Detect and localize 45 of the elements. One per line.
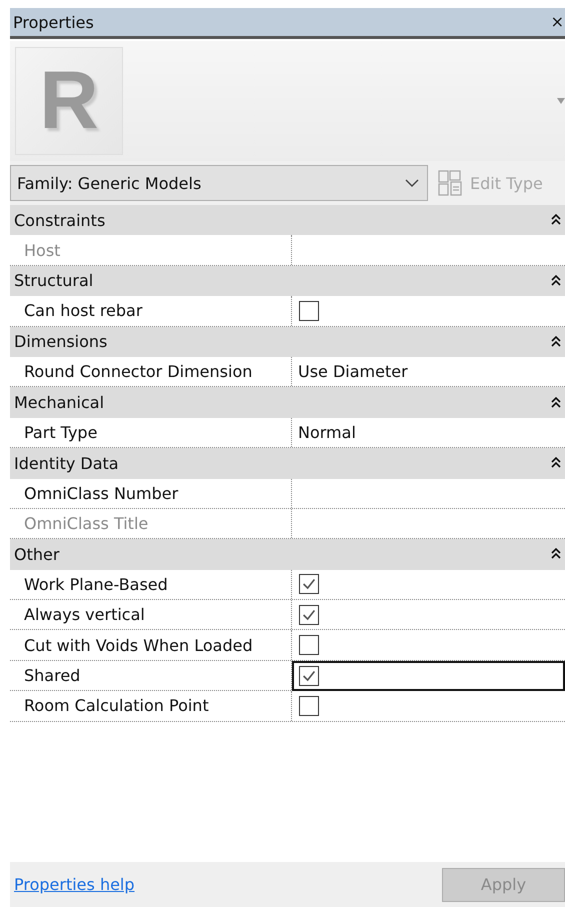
chevron-down-icon [405,179,419,187]
property-label: Always vertical [24,605,145,624]
property-label: Round Connector Dimension [24,362,252,382]
section-header[interactable]: Constraints [10,205,565,236]
window-title: Properties [13,12,94,32]
collapse-icon[interactable] [551,396,561,409]
property-label: Room Calculation Point [24,696,209,716]
section-title: Constraints [14,210,106,230]
checkbox[interactable] [299,635,319,656]
checkbox[interactable] [299,300,319,321]
collapse-icon[interactable] [551,274,561,287]
section-header[interactable]: Mechanical [10,387,565,418]
checkbox[interactable] [299,666,319,686]
section-title: Identity Data [14,454,119,473]
section-header[interactable]: Other [10,539,565,570]
property-label: Can host rebar [24,301,142,320]
property-label: Cut with Voids When Loaded [24,636,253,655]
section-header[interactable]: Identity Data [10,448,565,479]
section-title: Dimensions [14,332,108,352]
property-label: OmniClass Title [24,514,148,534]
section-title: Mechanical [14,393,104,412]
property-label: Shared [24,666,80,686]
collapse-icon[interactable] [551,457,561,470]
properties-help-link[interactable]: Properties help [14,875,135,894]
edit-type-icon [438,170,462,196]
checkbox[interactable] [299,604,319,625]
property-label: Host [24,240,60,260]
section-title: Structural [14,271,94,290]
property-value: Use Diameter [298,362,408,382]
type-selector-dropdown[interactable]: Family: Generic Models [10,165,428,201]
section-header[interactable]: Dimensions [10,326,565,357]
selected-value-cell[interactable] [292,660,565,692]
property-value: Normal [298,422,356,442]
logo-letter: R [39,60,99,142]
property-label: Part Type [24,422,98,442]
collapse-icon[interactable] [551,548,561,560]
section-header[interactable]: Structural [10,266,565,296]
property-label: OmniClass Number [24,484,178,503]
close-button[interactable]: × [550,12,564,32]
collapse-icon[interactable] [551,214,561,226]
checkbox[interactable] [299,574,319,594]
section-title: Other [14,544,60,564]
collapse-icon[interactable] [551,336,561,348]
property-label: Work Plane-Based [24,574,168,594]
checkbox[interactable] [299,696,319,716]
